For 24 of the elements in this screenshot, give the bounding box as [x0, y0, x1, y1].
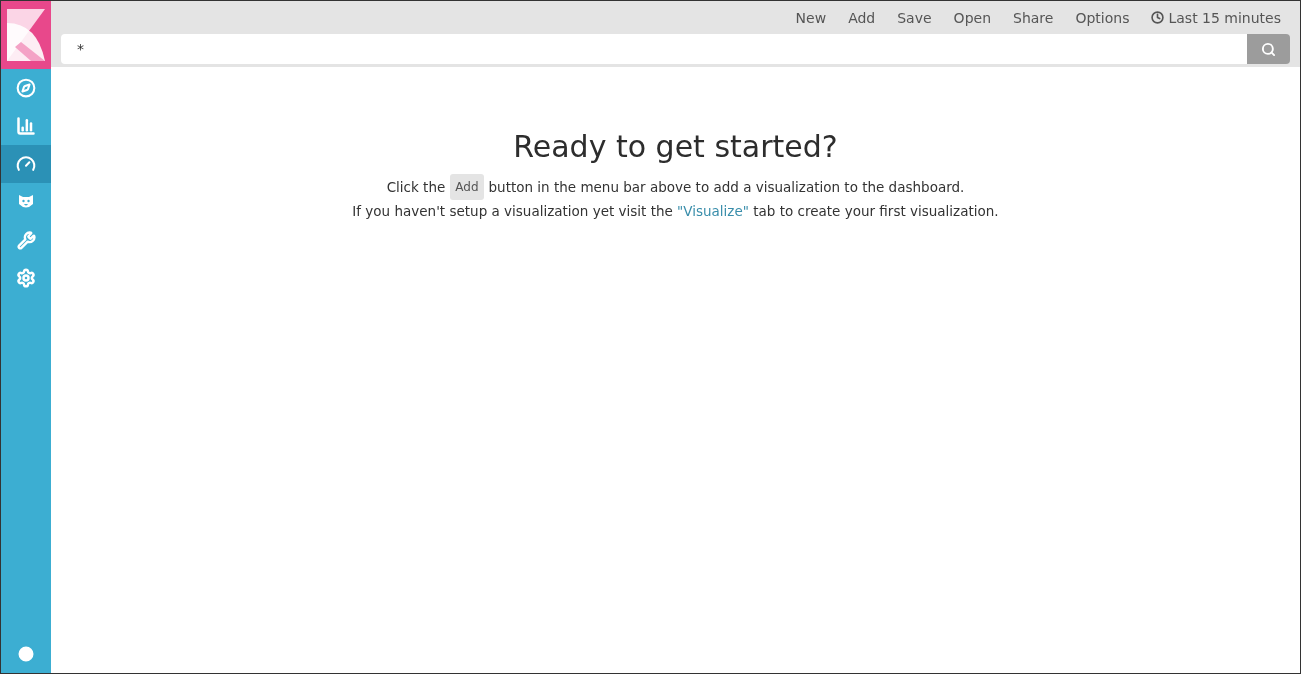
search-field[interactable]: * — [61, 34, 1247, 64]
sidebar-item[interactable] — [1, 145, 51, 183]
compass-icon — [16, 78, 36, 98]
time-picker[interactable]: Last 15 minutes — [1142, 9, 1290, 26]
settings-icon — [16, 268, 36, 288]
gauge-icon — [16, 154, 36, 174]
search-icon — [1261, 41, 1276, 57]
clock-icon — [1151, 11, 1165, 24]
menu-link[interactable]: Save — [888, 9, 941, 26]
menu-link[interactable]: Share — [1004, 9, 1063, 26]
logo-icon — [7, 9, 45, 61]
menu-link[interactable]: Open — [944, 9, 1000, 26]
empty-state-title: Ready to get started? — [513, 129, 838, 164]
visualize-link[interactable]: "Visualize" — [677, 203, 749, 219]
wrench-icon — [16, 230, 36, 250]
instruction-text: If you haven't setup a visualization yet visit the "Visualize" tab to create your first visualization. — [352, 202, 999, 221]
instruction-text: Click the — [386, 178, 446, 197]
bar-chart-icon — [16, 116, 36, 136]
menu-link[interactable]: Options — [1066, 9, 1139, 26]
menu-link[interactable]: Add — [839, 9, 885, 26]
menu-link[interactable]: New — [786, 9, 836, 26]
add-keyword: Add — [450, 174, 484, 200]
search-button[interactable] — [1247, 34, 1290, 64]
instruction-text: button in the menu bar above to add a visualization to the dashboard. — [488, 178, 965, 197]
